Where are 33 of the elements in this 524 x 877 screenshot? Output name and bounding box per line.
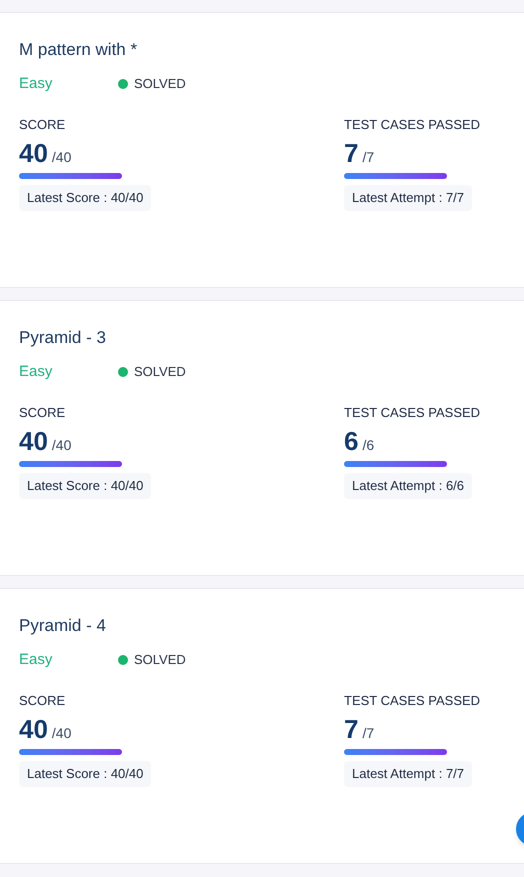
status-label: SOLVED — [134, 363, 186, 381]
metric-total: /40 — [52, 724, 72, 743]
metric-label: TEST CASES PASSED — [344, 117, 480, 133]
latest-result: Latest Attempt : 6/6 — [344, 473, 472, 498]
metric-value: 40 — [19, 425, 48, 457]
metric-total: /7 — [362, 148, 374, 167]
latest-result: Latest Score : 40/40 — [19, 473, 152, 498]
metric-total: /6 — [362, 436, 374, 455]
status-label: SOLVED — [134, 75, 186, 93]
metric-total: /7 — [362, 724, 374, 743]
status-label: SOLVED — [134, 651, 186, 669]
problem-title: Pyramid - 4 — [19, 615, 107, 637]
metric-label: SCORE — [19, 405, 66, 421]
metric-value: 7 — [344, 137, 358, 169]
metric-total: /40 — [52, 436, 72, 455]
metric-value: 6 — [344, 425, 358, 457]
metric-label: TEST CASES PASSED — [344, 405, 480, 421]
latest-result: Latest Attempt : 7/7 — [344, 761, 472, 786]
latest-result: Latest Score : 40/40 — [19, 761, 152, 786]
metric-label: SCORE — [19, 693, 66, 709]
difficulty-label: Easy — [19, 74, 54, 94]
metric-value: 40 — [19, 713, 48, 745]
difficulty-label: Easy — [19, 362, 54, 382]
difficulty-label: Easy — [19, 650, 54, 670]
metric-total: /40 — [52, 148, 72, 167]
problem-title: M pattern with * — [19, 39, 138, 61]
metric-label: TEST CASES PASSED — [344, 693, 480, 709]
latest-result: Latest Score : 40/40 — [19, 185, 152, 210]
problem-title: Pyramid - 3 — [19, 327, 107, 349]
metric-value: 40 — [19, 137, 48, 169]
metric-label: SCORE — [19, 117, 66, 133]
metric-value: 7 — [344, 713, 358, 745]
latest-result: Latest Attempt : 7/7 — [344, 185, 472, 210]
